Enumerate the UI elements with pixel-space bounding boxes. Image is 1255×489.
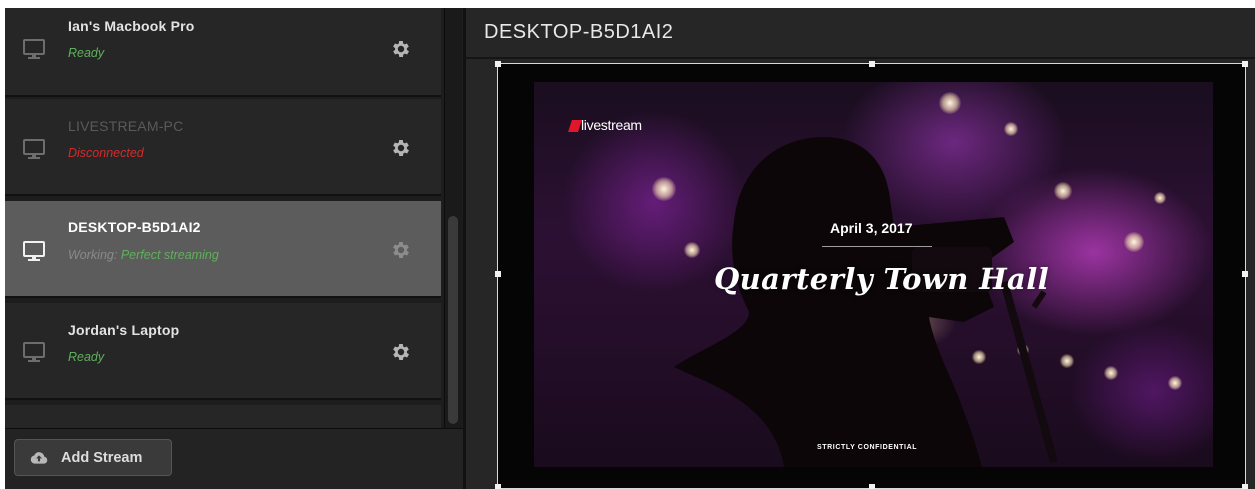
stream-item-partial[interactable]: [5, 405, 441, 428]
resize-handle-bottom[interactable]: [869, 484, 875, 489]
scrollbar-thumb[interactable]: [448, 216, 458, 424]
stream-list-footer: Add Stream: [5, 428, 463, 489]
add-stream-button[interactable]: Add Stream: [14, 439, 172, 476]
stream-name: Ian's Macbook Pro: [68, 18, 195, 34]
gear-icon[interactable]: [390, 341, 412, 363]
slide-title: Quarterly Town Hall: [714, 262, 1050, 296]
stream-name: LIVESTREAM-PC: [68, 118, 184, 134]
gear-icon[interactable]: [390, 38, 412, 60]
header-divider: [466, 57, 1255, 59]
stream-item-livestream-pc[interactable]: LIVESTREAM-PC Disconnected: [5, 99, 441, 196]
resize-handle-right[interactable]: [1242, 271, 1248, 277]
preview-frame[interactable]: livestream April 3, 2017 Quarterly Town …: [495, 61, 1248, 489]
gear-icon[interactable]: [390, 239, 412, 261]
stream-list-panel: Ian's Macbook Pro Ready LIVESTREAM-PC Di…: [5, 8, 463, 489]
gear-icon[interactable]: [390, 137, 412, 159]
slide-date: April 3, 2017: [830, 220, 913, 236]
add-stream-label: Add Stream: [61, 450, 143, 466]
stream-status: Disconnected: [68, 146, 144, 160]
monitor-icon: [23, 39, 45, 59]
resize-handle-bottom-right[interactable]: [1242, 484, 1248, 489]
stream-status: Working: Perfect streaming: [68, 248, 219, 262]
stream-list: Ian's Macbook Pro Ready LIVESTREAM-PC Di…: [5, 8, 441, 428]
stream-status: Ready: [68, 46, 105, 60]
resize-handle-top[interactable]: [869, 61, 875, 67]
preview-slide: livestream April 3, 2017 Quarterly Town …: [534, 82, 1213, 467]
monitor-icon: [23, 342, 45, 362]
monitor-icon: [23, 241, 45, 261]
stream-item-desktop-b5d1ai2[interactable]: DESKTOP-B5D1AI2 Working: Perfect streami…: [5, 201, 441, 298]
stream-status: Ready: [68, 350, 105, 364]
cloud-upload-icon: [30, 452, 48, 464]
resize-handle-bottom-left[interactable]: [495, 484, 501, 489]
resize-handle-left[interactable]: [495, 271, 501, 277]
slide-confidential: STRICTLY CONFIDENTIAL: [817, 444, 918, 451]
preview-panel: DESKTOP-B5D1AI2 livestream April 3, 2017…: [466, 8, 1255, 489]
resize-handle-top-right[interactable]: [1242, 61, 1248, 67]
stream-item-ians-macbook-pro[interactable]: Ian's Macbook Pro Ready: [5, 8, 441, 97]
status-label: Working:: [68, 248, 118, 262]
slide-rule: [822, 246, 932, 247]
monitor-icon: [23, 139, 45, 159]
resize-handle-top-left[interactable]: [495, 61, 501, 67]
livestream-logo-text: livestream: [581, 117, 642, 133]
stream-name: Jordan's Laptop: [68, 322, 180, 338]
status-value: Perfect streaming: [120, 248, 219, 262]
preview-title: DESKTOP-B5D1AI2: [484, 21, 674, 43]
stream-name: DESKTOP-B5D1AI2: [68, 219, 201, 235]
stream-item-jordans-laptop[interactable]: Jordan's Laptop Ready: [5, 303, 441, 400]
